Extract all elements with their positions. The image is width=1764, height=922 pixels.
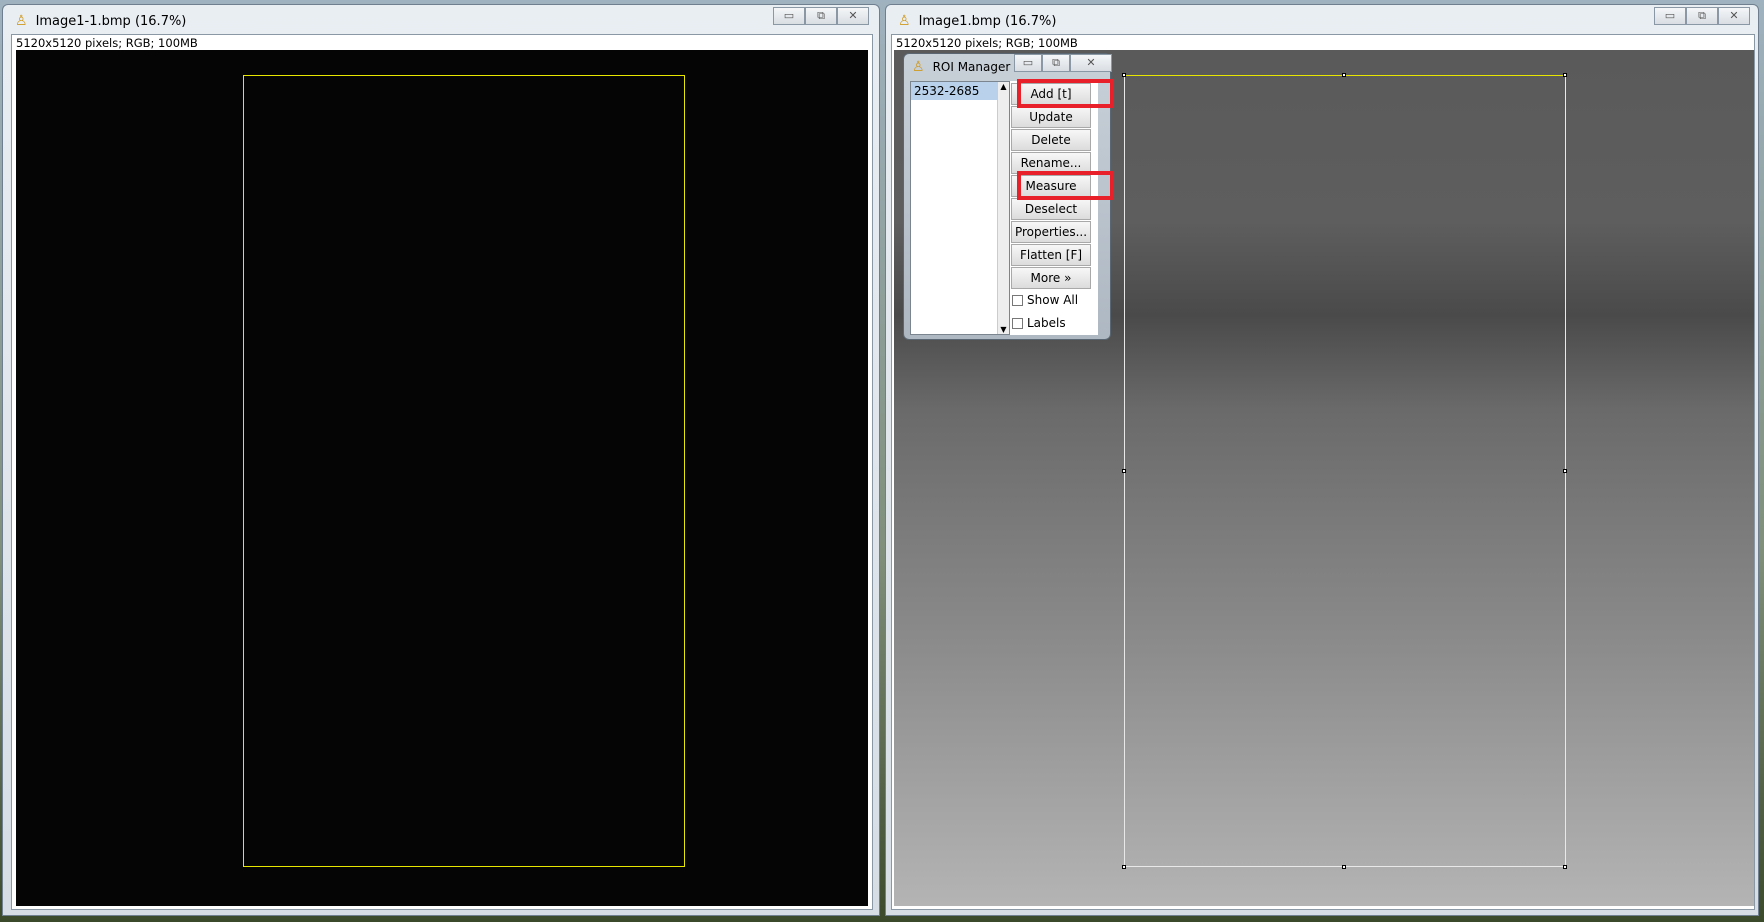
- highlight-add-button: [1017, 79, 1114, 108]
- minimize-button[interactable]: ▭: [1654, 7, 1686, 25]
- maximize-button[interactable]: ⧉: [1686, 7, 1718, 25]
- imagej-microscope-icon: ♙: [912, 59, 925, 75]
- window-title: ♙ Image1-1.bmp (16.7%): [15, 13, 187, 29]
- minimize-button[interactable]: ▭: [1014, 54, 1042, 72]
- roi-handle[interactable]: [1342, 73, 1346, 77]
- roi-handle[interactable]: [1563, 469, 1567, 473]
- roi-handle[interactable]: [1122, 865, 1126, 869]
- maximize-button[interactable]: ⧉: [805, 7, 837, 25]
- window-title: ♙ ROI Manager: [912, 59, 1011, 75]
- roi-rectangle[interactable]: [1124, 75, 1566, 867]
- scrollbar[interactable]: ▲ ▼: [997, 82, 1009, 334]
- deselect-button[interactable]: Deselect: [1011, 198, 1091, 220]
- button-panel: Add [t] Update Delete Rename... Measure …: [1010, 81, 1098, 335]
- more-button[interactable]: More »: [1011, 267, 1091, 289]
- close-button[interactable]: ✕: [837, 7, 869, 25]
- image-info: 5120x5120 pixels; RGB; 100MB: [16, 36, 198, 50]
- properties-button[interactable]: Properties...: [1011, 221, 1091, 243]
- delete-button[interactable]: Delete: [1011, 129, 1091, 151]
- image-info: 5120x5120 pixels; RGB; 100MB: [896, 36, 1078, 50]
- roi-handle[interactable]: [1563, 73, 1567, 77]
- roi-handle[interactable]: [1563, 865, 1567, 869]
- roi-handle[interactable]: [1122, 73, 1126, 77]
- minimize-button[interactable]: ▭: [773, 7, 805, 25]
- update-button[interactable]: Update: [1011, 106, 1091, 128]
- maximize-button[interactable]: ⧉: [1042, 54, 1070, 72]
- window-title: ♙ Image1.bmp (16.7%): [898, 13, 1057, 29]
- scroll-down-icon[interactable]: ▼: [998, 325, 1009, 334]
- close-button[interactable]: ✕: [1718, 7, 1750, 25]
- imagej-microscope-icon: ♙: [15, 13, 28, 29]
- flatten-button[interactable]: Flatten [F]: [1011, 244, 1091, 266]
- imagej-microscope-icon: ♙: [898, 13, 911, 29]
- show-all-checkbox[interactable]: Show All: [1012, 293, 1078, 307]
- highlight-measure-button: [1017, 171, 1114, 200]
- roi-list[interactable]: 2532-2685 ▲ ▼: [910, 81, 1010, 335]
- scroll-up-icon[interactable]: ▲: [998, 82, 1009, 91]
- labels-checkbox[interactable]: Labels: [1012, 316, 1066, 330]
- close-button[interactable]: ✕: [1070, 54, 1112, 72]
- roi-rectangle[interactable]: [243, 75, 685, 867]
- roi-handle[interactable]: [1122, 469, 1126, 473]
- roi-handle[interactable]: [1342, 865, 1346, 869]
- roi-list-item[interactable]: 2532-2685: [911, 82, 999, 100]
